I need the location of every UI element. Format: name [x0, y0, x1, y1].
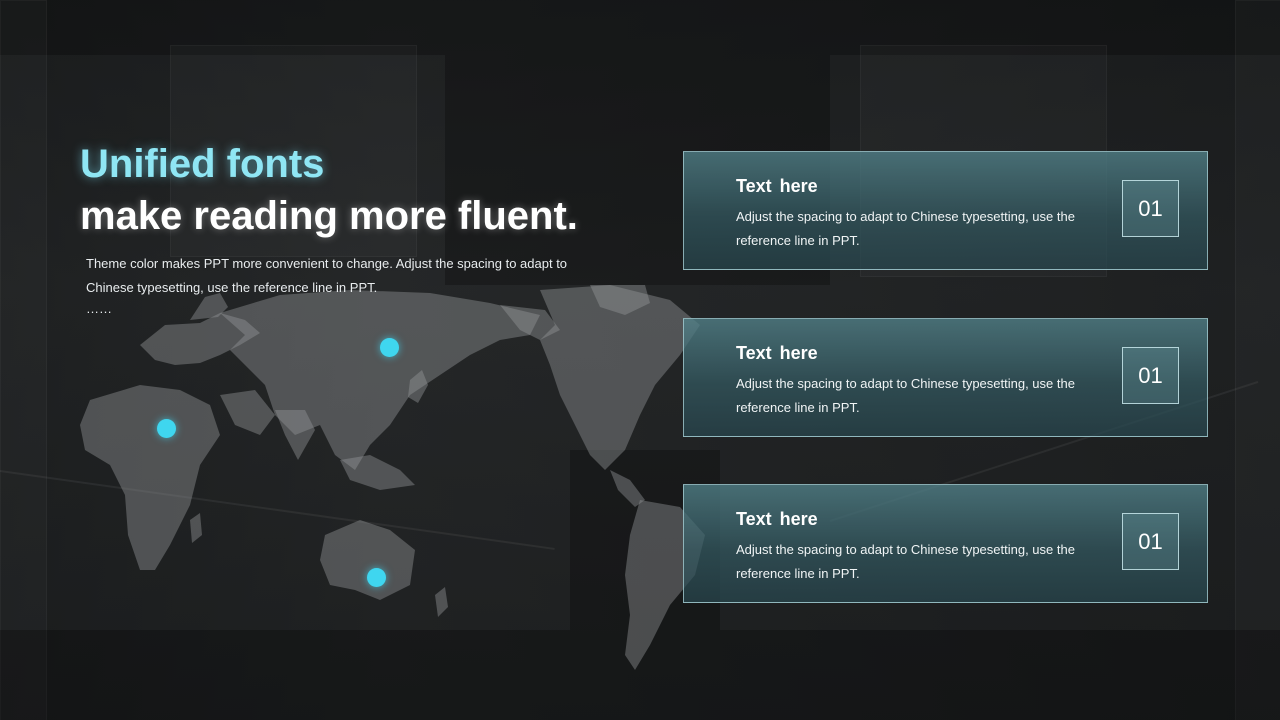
- card-title: Text here: [736, 176, 818, 196]
- card-description: Adjust the spacing to adapt to Chinese t…: [736, 376, 1075, 415]
- card-title: Text here: [736, 509, 818, 529]
- slide: Unified fonts make reading more fluent. …: [0, 0, 1280, 720]
- location-dot-icon: [367, 568, 386, 587]
- intro-text: Theme color makes PPT more convenient to…: [86, 256, 568, 295]
- column-right: [1235, 0, 1280, 720]
- ceiling-shade: [0, 0, 1280, 55]
- card-number-badge: 01: [1122, 513, 1179, 570]
- card-number-badge: 01: [1122, 347, 1179, 404]
- card-number-badge: 01: [1122, 180, 1179, 237]
- intro-ellipsis: ……: [86, 301, 112, 316]
- location-dot-icon: [157, 419, 176, 438]
- card-description: Adjust the spacing to adapt to Chinese t…: [736, 209, 1075, 248]
- card-description: Adjust the spacing to adapt to Chinese t…: [736, 542, 1075, 581]
- info-card-3[interactable]: Text here Adjust the spacing to adapt to…: [683, 484, 1208, 603]
- info-card-2[interactable]: Text here Adjust the spacing to adapt to…: [683, 318, 1208, 437]
- page-title: make reading more fluent.: [80, 194, 578, 238]
- info-card-1[interactable]: Text here Adjust the spacing to adapt to…: [683, 151, 1208, 270]
- title-accent: Unified fonts: [80, 142, 325, 186]
- column-left: [0, 0, 47, 720]
- location-dot-icon: [380, 338, 399, 357]
- card-title: Text here: [736, 343, 818, 363]
